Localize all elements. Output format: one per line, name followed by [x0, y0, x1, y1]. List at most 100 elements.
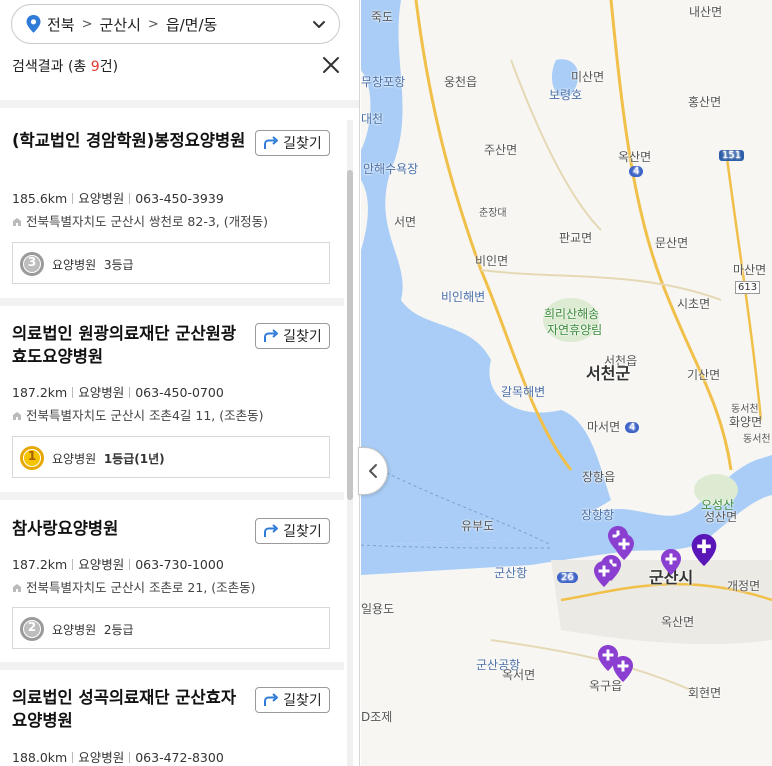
breadcrumb-separator: >: [147, 16, 159, 32]
map-label: 비인해변: [441, 290, 486, 304]
map-label: 비인면: [475, 254, 509, 268]
map-view[interactable]: 죽도 내산면 웅천읍 무창포항 미산면 보령호 홍산면 대천 주산면 옥산면 안…: [361, 0, 772, 766]
result-count-prefix: 검색결과 (총: [12, 59, 91, 75]
map-label: 미산면: [571, 70, 605, 84]
result-count-suffix: 건): [99, 59, 119, 75]
grade-text: 3등급: [103, 258, 134, 272]
map-label: 일용도: [361, 602, 395, 616]
facility-address: 전북특별자치도 군산시 쌍천로 82-3, (개정동): [12, 211, 268, 230]
map-label: 동서천: [743, 434, 771, 445]
result-count: 검색결과 (총 9건): [12, 56, 118, 76]
map-label: 웅천읍: [444, 75, 478, 89]
result-list: (학교법인 경암학원)봉정요양병원 길찾기 185.6km 요양병원 063-450…: [0, 108, 344, 766]
grade-box: 1 요양병원 1등급(1년): [12, 436, 330, 478]
directions-button[interactable]: 길찾기: [255, 130, 330, 156]
facility-meta: 185.6km 요양병원 063-450-3939: [12, 188, 224, 207]
facility-name[interactable]: 의료법인 성곡의료재단 군산효자요양병원: [12, 686, 248, 732]
map-label: 마산면: [733, 263, 767, 277]
map-label: 옥산면: [618, 150, 652, 164]
directions-button[interactable]: 길찾기: [255, 687, 330, 713]
map-label: 장항읍: [582, 470, 616, 484]
list-item[interactable]: 의료법인 원광의료재단 군산원광효도요양병원 길찾기 187.2km 요양병원 06…: [0, 306, 344, 500]
map-label: 자연휴양림: [547, 323, 603, 337]
chevron-down-icon[interactable]: [311, 16, 327, 32]
map-base: [361, 0, 772, 766]
map-label: 갈목해변: [501, 385, 546, 399]
directions-label: 길찾기: [283, 136, 322, 152]
map-label: 회현면: [688, 686, 722, 700]
region-city[interactable]: 군산시: [100, 14, 141, 35]
close-icon[interactable]: [320, 54, 342, 76]
directions-button[interactable]: 길찾기: [255, 323, 330, 349]
hospital-marker-icon[interactable]: [661, 549, 681, 575]
grade-number: 1: [27, 449, 37, 463]
map-label: 기산면: [687, 368, 721, 382]
road-shield: 613: [735, 281, 761, 294]
facility-name[interactable]: (학교법인 경암학원)봉정요양병원: [12, 129, 248, 152]
map-label: D조제: [361, 710, 393, 724]
building-icon: [13, 218, 21, 226]
list-item[interactable]: 참사랑요양병원 길찾기 187.2km 요양병원 063-730-1000 전북특별…: [0, 500, 344, 670]
address-text: 전북특별자치도 군산시 조촌4길 11, (조촌동): [26, 408, 264, 423]
facility-meta: 187.2km 요양병원 063-730-1000: [12, 554, 224, 573]
search-panel: 전북 > 군산시 > 읍/면/동 검색결과 (총 9건) (학교법인 경암학원)…: [0, 0, 360, 766]
facility-meta: 188.0km 요양병원 063-472-8300: [12, 747, 224, 766]
category: 요양병원: [78, 557, 125, 572]
breadcrumb-separator: >: [81, 16, 93, 32]
map-label: 춘장대: [479, 208, 507, 219]
directions-button[interactable]: 길찾기: [255, 518, 330, 544]
grade-number: 2: [27, 620, 37, 634]
map-label: 희리산해송: [544, 307, 600, 321]
region-district[interactable]: 읍/면/동: [166, 14, 218, 35]
grade-type: 요양병원: [52, 452, 97, 466]
map-label: 보령호: [549, 88, 583, 102]
hospital-marker-icon[interactable]: [613, 656, 633, 682]
grade-type: 요양병원: [52, 623, 97, 637]
region-selector[interactable]: 전북 > 군산시 > 읍/면/동: [11, 4, 340, 44]
hospital-marker-icon[interactable]: [691, 534, 717, 566]
facility-name[interactable]: 참사랑요양병원: [12, 517, 248, 540]
road-shield: 26: [557, 572, 578, 583]
facility-meta: 187.2km 요양병원 063-450-0700: [12, 382, 224, 401]
phone-number[interactable]: 063-450-0700: [135, 385, 224, 400]
road-shield: 4: [629, 166, 644, 177]
map-label: 옥산면: [661, 615, 695, 629]
map-label: 판교면: [559, 231, 593, 245]
route-arrow-icon: [264, 524, 279, 537]
category: 요양병원: [78, 191, 125, 206]
phone-number[interactable]: 063-472-8300: [135, 750, 224, 765]
grade-number: 3: [27, 255, 37, 269]
map-label: 개정면: [727, 579, 761, 593]
app-root: 전북 > 군산시 > 읍/면/동 검색결과 (총 9건) (학교법인 경암학원)…: [0, 0, 772, 766]
grade-label: 요양병원 2등급: [52, 621, 134, 638]
hospital-marker-icon[interactable]: [594, 561, 614, 587]
scrollbar-thumb[interactable]: [347, 170, 353, 500]
map-label: 유부도: [461, 519, 495, 533]
list-item[interactable]: (학교법인 경암학원)봉정요양병원 길찾기 185.6km 요양병원 063-450…: [0, 108, 344, 306]
route-arrow-icon: [264, 136, 279, 149]
map-label: 서면: [394, 215, 417, 229]
grade-text: 2등급: [103, 623, 134, 637]
map-label: 무창포항: [361, 75, 406, 89]
road-shield: 151: [719, 150, 745, 161]
distance: 185.6km: [12, 191, 68, 206]
grade-box: 3 요양병원 3등급: [12, 242, 330, 284]
map-label: 장항항: [581, 508, 615, 522]
region-province[interactable]: 전북: [47, 14, 75, 35]
phone-number[interactable]: 063-450-3939: [135, 191, 224, 206]
route-arrow-icon: [264, 329, 279, 342]
facility-address: 전북특별자치도 군산시 조촌4길 11, (조촌동): [12, 405, 263, 424]
map-label: 주산면: [484, 143, 518, 157]
building-icon: [13, 412, 21, 420]
list-item[interactable]: 의료법인 성곡의료재단 군산효자요양병원 길찾기 188.0km 요양병원 063-…: [0, 670, 344, 766]
grade-label: 요양병원 1등급(1년): [52, 450, 165, 467]
directions-label: 길찾기: [283, 524, 322, 540]
map-label: 군산항: [494, 566, 528, 580]
map-label: 홍산면: [688, 95, 722, 109]
map-label: 화양면: [729, 415, 763, 429]
phone-number[interactable]: 063-730-1000: [135, 557, 224, 572]
map-label: 시초면: [677, 297, 711, 311]
building-icon: [13, 584, 21, 592]
road-shield: 4: [625, 422, 640, 433]
facility-name[interactable]: 의료법인 원광의료재단 군산원광효도요양병원: [12, 322, 248, 368]
